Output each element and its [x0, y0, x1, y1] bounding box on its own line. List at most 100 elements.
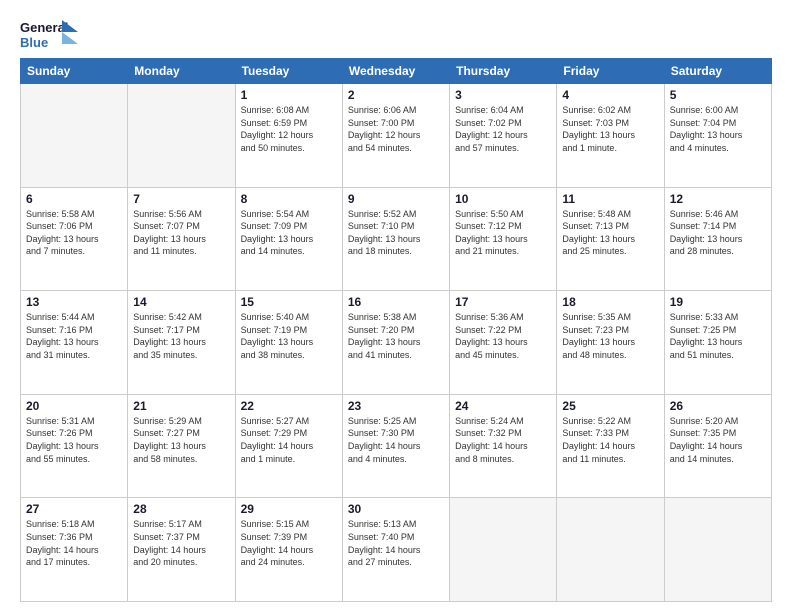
day-number: 7 [133, 192, 229, 206]
calendar-cell [450, 498, 557, 602]
calendar-cell: 18Sunrise: 5:35 AM Sunset: 7:23 PM Dayli… [557, 291, 664, 395]
calendar-cell: 5 Sunrise: 6:00 AM Sunset: 7:04 PM Daylig… [664, 84, 771, 188]
day-detail: Sunrise: 6:00 AM Sunset: 7:04 PM Dayligh… [670, 104, 766, 154]
calendar-cell: 4 Sunrise: 6:02 AM Sunset: 7:03 PM Daylig… [557, 84, 664, 188]
calendar-cell: 29Sunrise: 5:15 AM Sunset: 7:39 PM Dayli… [235, 498, 342, 602]
day-number: 17 [455, 295, 551, 309]
day-number: 21 [133, 399, 229, 413]
calendar-cell: 2Sunrise: 6:06 AM Sunset: 7:00 PM Daylig… [342, 84, 449, 188]
calendar-cell: 11Sunrise: 5:48 AM Sunset: 7:13 PM Dayli… [557, 187, 664, 291]
week-row-2: 6 Sunrise: 5:58 AM Sunset: 7:06 PM Daylig… [21, 187, 772, 291]
calendar-cell: 10Sunrise: 5:50 AM Sunset: 7:12 PM Dayli… [450, 187, 557, 291]
day-number: 16 [348, 295, 444, 309]
day-detail: Sunrise: 5:44 AM Sunset: 7:16 PM Dayligh… [26, 311, 122, 361]
day-detail: Sunrise: 5:22 AM Sunset: 7:33 PM Dayligh… [562, 415, 658, 465]
day-detail: Sunrise: 5:20 AM Sunset: 7:35 PM Dayligh… [670, 415, 766, 465]
day-number: 22 [241, 399, 337, 413]
day-header-friday: Friday [557, 59, 664, 84]
logo-icon: GeneralBlue [20, 18, 80, 52]
calendar-cell: 8 Sunrise: 5:54 AM Sunset: 7:09 PM Daylig… [235, 187, 342, 291]
calendar-cell: 27 Sunrise: 5:18 AM Sunset: 7:36 PM Dayli… [21, 498, 128, 602]
day-detail: Sunrise: 5:40 AM Sunset: 7:19 PM Dayligh… [241, 311, 337, 361]
calendar-cell: 14 Sunrise: 5:42 AM Sunset: 7:17 PM Dayli… [128, 291, 235, 395]
week-row-5: 27 Sunrise: 5:18 AM Sunset: 7:36 PM Dayli… [21, 498, 772, 602]
page: GeneralBlue SundayMondayTuesdayWednesday… [0, 0, 792, 612]
day-detail: Sunrise: 5:13 AM Sunset: 7:40 PM Dayligh… [348, 518, 444, 568]
calendar-cell: 24Sunrise: 5:24 AM Sunset: 7:32 PM Dayli… [450, 394, 557, 498]
calendar-cell [664, 498, 771, 602]
day-number: 19 [670, 295, 766, 309]
day-number: 6 [26, 192, 122, 206]
calendar-cell: 25 Sunrise: 5:22 AM Sunset: 7:33 PM Dayli… [557, 394, 664, 498]
calendar-cell: 19 Sunrise: 5:33 AM Sunset: 7:25 PM Dayli… [664, 291, 771, 395]
day-number: 30 [348, 502, 444, 516]
day-number: 1 [241, 88, 337, 102]
day-detail: Sunrise: 5:46 AM Sunset: 7:14 PM Dayligh… [670, 208, 766, 258]
day-header-saturday: Saturday [664, 59, 771, 84]
day-detail: Sunrise: 5:56 AM Sunset: 7:07 PM Dayligh… [133, 208, 229, 258]
day-detail: Sunrise: 5:38 AM Sunset: 7:20 PM Dayligh… [348, 311, 444, 361]
day-number: 25 [562, 399, 658, 413]
day-number: 14 [133, 295, 229, 309]
calendar-cell [557, 498, 664, 602]
calendar-header-row: SundayMondayTuesdayWednesdayThursdayFrid… [21, 59, 772, 84]
day-detail: Sunrise: 6:04 AM Sunset: 7:02 PM Dayligh… [455, 104, 551, 154]
calendar-cell: 22 Sunrise: 5:27 AM Sunset: 7:29 PM Dayli… [235, 394, 342, 498]
calendar-cell: 21 Sunrise: 5:29 AM Sunset: 7:27 PM Dayli… [128, 394, 235, 498]
svg-text:Blue: Blue [20, 35, 48, 50]
day-detail: Sunrise: 5:58 AM Sunset: 7:06 PM Dayligh… [26, 208, 122, 258]
day-detail: Sunrise: 5:17 AM Sunset: 7:37 PM Dayligh… [133, 518, 229, 568]
day-header-sunday: Sunday [21, 59, 128, 84]
day-number: 20 [26, 399, 122, 413]
day-number: 27 [26, 502, 122, 516]
day-number: 29 [241, 502, 337, 516]
day-header-thursday: Thursday [450, 59, 557, 84]
calendar-cell: 7 Sunrise: 5:56 AM Sunset: 7:07 PM Daylig… [128, 187, 235, 291]
calendar-table: SundayMondayTuesdayWednesdayThursdayFrid… [20, 58, 772, 602]
week-row-4: 20 Sunrise: 5:31 AM Sunset: 7:26 PM Dayli… [21, 394, 772, 498]
day-number: 28 [133, 502, 229, 516]
day-detail: Sunrise: 5:36 AM Sunset: 7:22 PM Dayligh… [455, 311, 551, 361]
day-detail: Sunrise: 5:27 AM Sunset: 7:29 PM Dayligh… [241, 415, 337, 465]
day-number: 15 [241, 295, 337, 309]
day-detail: Sunrise: 5:33 AM Sunset: 7:25 PM Dayligh… [670, 311, 766, 361]
day-number: 8 [241, 192, 337, 206]
day-detail: Sunrise: 6:06 AM Sunset: 7:00 PM Dayligh… [348, 104, 444, 154]
day-number: 23 [348, 399, 444, 413]
day-number: 26 [670, 399, 766, 413]
day-number: 10 [455, 192, 551, 206]
day-detail: Sunrise: 6:02 AM Sunset: 7:03 PM Dayligh… [562, 104, 658, 154]
day-number: 18 [562, 295, 658, 309]
header: GeneralBlue [20, 18, 772, 52]
calendar-cell [128, 84, 235, 188]
day-number: 5 [670, 88, 766, 102]
calendar-cell: 30 Sunrise: 5:13 AM Sunset: 7:40 PM Dayli… [342, 498, 449, 602]
calendar-cell: 9Sunrise: 5:52 AM Sunset: 7:10 PM Daylig… [342, 187, 449, 291]
logo: GeneralBlue [20, 18, 80, 52]
day-detail: Sunrise: 5:29 AM Sunset: 7:27 PM Dayligh… [133, 415, 229, 465]
day-detail: Sunrise: 5:24 AM Sunset: 7:32 PM Dayligh… [455, 415, 551, 465]
calendar-cell [21, 84, 128, 188]
calendar-cell: 12 Sunrise: 5:46 AM Sunset: 7:14 PM Dayli… [664, 187, 771, 291]
day-detail: Sunrise: 5:42 AM Sunset: 7:17 PM Dayligh… [133, 311, 229, 361]
calendar-cell: 20 Sunrise: 5:31 AM Sunset: 7:26 PM Dayli… [21, 394, 128, 498]
calendar-cell: 13 Sunrise: 5:44 AM Sunset: 7:16 PM Dayli… [21, 291, 128, 395]
day-number: 3 [455, 88, 551, 102]
day-number: 12 [670, 192, 766, 206]
week-row-3: 13 Sunrise: 5:44 AM Sunset: 7:16 PM Dayli… [21, 291, 772, 395]
day-header-wednesday: Wednesday [342, 59, 449, 84]
calendar-cell: 15 Sunrise: 5:40 AM Sunset: 7:19 PM Dayli… [235, 291, 342, 395]
day-header-tuesday: Tuesday [235, 59, 342, 84]
day-detail: Sunrise: 5:52 AM Sunset: 7:10 PM Dayligh… [348, 208, 444, 258]
day-detail: Sunrise: 5:54 AM Sunset: 7:09 PM Dayligh… [241, 208, 337, 258]
day-number: 13 [26, 295, 122, 309]
svg-text:General: General [20, 20, 68, 35]
day-number: 11 [562, 192, 658, 206]
day-detail: Sunrise: 5:31 AM Sunset: 7:26 PM Dayligh… [26, 415, 122, 465]
day-detail: Sunrise: 5:18 AM Sunset: 7:36 PM Dayligh… [26, 518, 122, 568]
day-number: 4 [562, 88, 658, 102]
calendar-cell: 28 Sunrise: 5:17 AM Sunset: 7:37 PM Dayli… [128, 498, 235, 602]
calendar-cell: 6 Sunrise: 5:58 AM Sunset: 7:06 PM Daylig… [21, 187, 128, 291]
week-row-1: 1Sunrise: 6:08 AM Sunset: 6:59 PM Daylig… [21, 84, 772, 188]
calendar-cell: 23Sunrise: 5:25 AM Sunset: 7:30 PM Dayli… [342, 394, 449, 498]
